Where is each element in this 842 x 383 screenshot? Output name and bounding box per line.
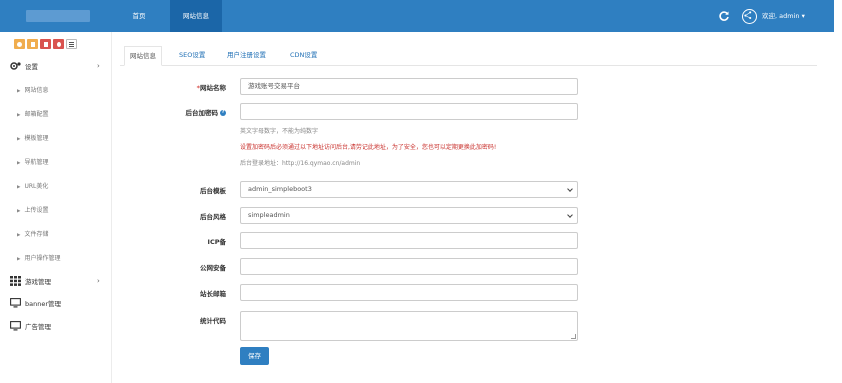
- menu-settings-label: 设置: [25, 63, 38, 71]
- admin-theme-label: 后台模板: [200, 187, 226, 195]
- grid-icon: [10, 276, 21, 286]
- stats-code-textarea[interactable]: [240, 311, 578, 341]
- sidebar: 设置 › ▶ 网站信息 ▶ 邮箱配置 ▶ 模板管理 ▶ 导航管理 ▶ URL美化 ▶ 上传设…: [0, 32, 112, 383]
- sidebar-item-navigation[interactable]: ▶ 导航管理: [17, 157, 48, 166]
- avatar-icon[interactable]: [742, 9, 757, 24]
- tab-site-info[interactable]: 网站信息: [124, 46, 162, 66]
- chevron-right-icon: ›: [97, 62, 100, 70]
- top-navbar: 首页 网站信息 欢迎, admin ▾: [0, 0, 834, 32]
- site-name-input[interactable]: 游戏账号交易平台: [240, 78, 578, 95]
- admin-code-label: 后台加密码?: [185, 109, 226, 117]
- menu-banner-label: banner管理: [25, 300, 62, 308]
- admin-login-url: 后台登录地址：http://16.qymao.cn/admin: [240, 160, 361, 167]
- tab-cdn[interactable]: CDN设置: [290, 46, 317, 66]
- site-logo[interactable]: [26, 10, 90, 22]
- sidebar-item-template[interactable]: ▶ 模板管理: [17, 133, 48, 142]
- tab-seo[interactable]: SEO设置: [179, 46, 205, 66]
- admin-code-warning: 设置加密码后必须通过以下地址访问后台,请劳记此地址，为了安全，您也可以定期更换此…: [240, 144, 497, 151]
- triangle-right-icon: ▶: [17, 257, 21, 262]
- monitor-icon: [10, 321, 21, 331]
- question-icon[interactable]: ?: [220, 110, 226, 116]
- settings-tabs: 网站信息 SEO设置 用户注册设置 CDN设置: [120, 46, 817, 66]
- toolbar-copy-button[interactable]: [40, 39, 51, 49]
- admin-email-input[interactable]: [240, 284, 578, 301]
- police-record-label: 公网安备: [200, 264, 226, 272]
- menu-game[interactable]: 游戏管理 ›: [0, 272, 112, 290]
- refresh-icon[interactable]: [718, 10, 730, 22]
- sidebar-item-upload[interactable]: ▶ 上传设置: [17, 205, 48, 214]
- triangle-right-icon: ▶: [17, 233, 21, 238]
- monitor-icon: [10, 298, 21, 308]
- police-record-input[interactable]: [240, 258, 578, 275]
- triangle-right-icon: ▶: [17, 113, 21, 118]
- menu-game-label: 游戏管理: [25, 278, 51, 286]
- triangle-right-icon: ▶: [17, 89, 21, 94]
- icp-label: ICP备: [207, 238, 226, 246]
- gears-icon: [10, 62, 21, 70]
- site-name-label: *网站名称: [196, 84, 226, 92]
- sidebar-toolbar: [14, 39, 77, 49]
- tab-user-register[interactable]: 用户注册设置: [227, 46, 266, 66]
- nav-site-info[interactable]: 网站信息: [170, 0, 222, 32]
- sidebar-item-user-actions[interactable]: ▶ 用户操作管理: [17, 253, 60, 262]
- sidebar-item-url-rewrite[interactable]: ▶ URL美化: [17, 181, 48, 190]
- nav-home[interactable]: 首页: [118, 0, 160, 32]
- toolbar-gear-button[interactable]: [53, 39, 64, 49]
- triangle-right-icon: ▶: [17, 185, 21, 190]
- admin-style-select[interactable]: simpleadmin: [240, 207, 578, 224]
- icp-input[interactable]: [240, 232, 578, 249]
- resize-grip[interactable]: [571, 334, 576, 339]
- triangle-right-icon: ▶: [17, 137, 21, 142]
- toolbar-file-button[interactable]: [27, 39, 38, 49]
- menu-ads[interactable]: 广告管理: [0, 317, 112, 335]
- sidebar-item-email-config[interactable]: ▶ 邮箱配置: [17, 109, 48, 118]
- stats-code-label: 统计代码: [200, 317, 226, 325]
- chevron-right-icon: ›: [97, 277, 100, 285]
- welcome-admin-menu[interactable]: 欢迎, admin ▾: [762, 0, 805, 32]
- sidebar-item-storage[interactable]: ▶ 文件存储: [17, 229, 48, 238]
- admin-code-hint: 英文字母数字，不能为纯数字: [240, 128, 319, 135]
- toolbar-star-button[interactable]: [14, 39, 25, 49]
- triangle-right-icon: ▶: [17, 161, 21, 166]
- menu-ads-label: 广告管理: [25, 323, 51, 331]
- sidebar-item-site-info[interactable]: ▶ 网站信息: [17, 85, 48, 94]
- menu-banner[interactable]: banner管理: [0, 294, 112, 312]
- menu-settings[interactable]: 设置 ›: [0, 57, 112, 75]
- admin-style-label: 后台风格: [200, 213, 226, 221]
- save-button[interactable]: 保存: [240, 347, 269, 365]
- admin-code-input[interactable]: [240, 103, 578, 120]
- admin-theme-select[interactable]: admin_simpleboot3: [240, 181, 578, 198]
- toolbar-list-button[interactable]: [66, 39, 77, 49]
- admin-email-label: 站长邮箱: [200, 290, 226, 298]
- triangle-right-icon: ▶: [17, 209, 21, 214]
